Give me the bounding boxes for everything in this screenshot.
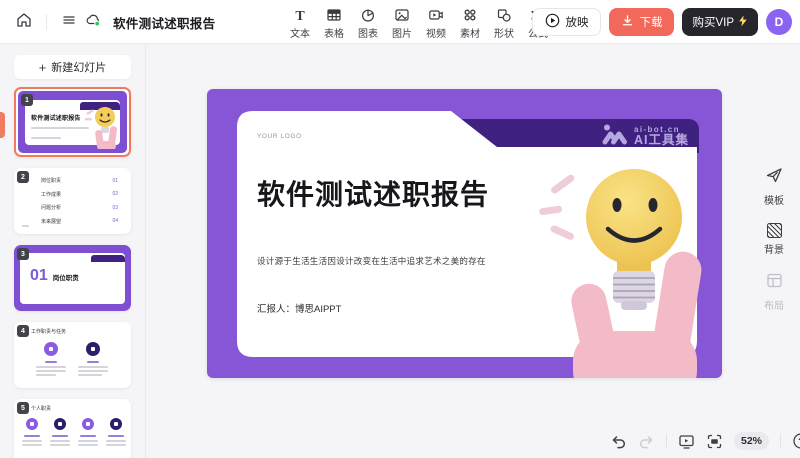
plus-icon: +	[39, 61, 47, 74]
divider	[780, 434, 781, 448]
cloud-icon	[84, 11, 102, 34]
tool-text[interactable]: T 文本	[283, 5, 317, 41]
slide-subtitle-textbox[interactable]: 设计源于生活生活因设计改变在生活中追求艺术之美的存在	[257, 255, 486, 267]
home-icon	[15, 11, 33, 34]
tool-table[interactable]: 表格	[317, 5, 351, 41]
new-slide-button[interactable]: + 新建幻灯片	[14, 55, 131, 79]
slide-logo-placeholder[interactable]: YOUR LOGO	[257, 133, 302, 140]
buy-vip-button[interactable]: 购买VIP	[682, 8, 758, 36]
user-avatar[interactable]: D	[766, 9, 792, 35]
panel-item-layout[interactable]: 布局	[764, 272, 784, 312]
mini-bulb-illustration	[84, 103, 118, 149]
svg-text:T: T	[295, 9, 305, 23]
menu-button[interactable]	[57, 10, 81, 34]
slide-thumbnail-3[interactable]: 01 岗位职责 3	[14, 245, 131, 311]
download-icon	[621, 14, 634, 30]
undo-button[interactable]	[610, 433, 627, 450]
slide-number-badge: 4	[17, 325, 29, 337]
tool-video[interactable]: 视频	[419, 5, 453, 41]
canvas-controls: 52% ?	[610, 430, 800, 452]
lightning-icon	[738, 15, 748, 30]
top-toolbar: 软件测试述职报告 T 文本 表格 图表 图片 视频	[0, 0, 800, 44]
table-icon	[326, 7, 342, 23]
slide-number-badge: 1	[21, 94, 33, 106]
slide-title-textbox[interactable]: 软件测试述职报告	[257, 173, 489, 213]
tool-shape[interactable]: 形状	[487, 5, 521, 41]
slide-panel: + 新建幻灯片 软件测试述职报告	[0, 44, 146, 458]
tool-image[interactable]: 图片	[385, 5, 419, 41]
text-icon: T	[292, 7, 308, 23]
app-window: 软件测试述职报告 T 文本 表格 图表 图片 视频	[0, 0, 800, 458]
divider	[666, 434, 667, 448]
document-title: 软件测试述职报告	[113, 13, 215, 32]
lightbulb-illustration[interactable]	[537, 145, 712, 378]
fit-screen-button[interactable]	[706, 433, 723, 450]
cloud-save-status[interactable]	[81, 10, 105, 34]
tool-chart[interactable]: 图表	[351, 5, 385, 41]
hamburger-icon	[61, 12, 77, 33]
background-icon	[767, 223, 782, 238]
redo-button[interactable]	[638, 433, 655, 450]
divider	[46, 14, 47, 30]
shape-icon	[496, 7, 512, 23]
slide-number-badge: 3	[17, 248, 29, 260]
slide-number-badge: 5	[17, 402, 29, 414]
home-button[interactable]	[12, 10, 36, 34]
download-button[interactable]: 下载	[609, 8, 674, 36]
slide-thumbnail-5[interactable]: 个人职责 5	[14, 399, 131, 458]
image-icon	[394, 7, 410, 23]
slide-thumbnail-2[interactable]: 岗位职责01 工作成果02 问题分析03 未来展望04 2	[14, 168, 131, 234]
panel-item-background[interactable]: 背景	[764, 223, 784, 256]
slide-thumbnail-1[interactable]: 软件测试述职报告 1	[14, 87, 131, 157]
play-circle-icon	[545, 13, 560, 31]
zoom-level-button[interactable]: 52%	[734, 432, 769, 450]
tool-material[interactable]: 素材	[453, 5, 487, 41]
slide-reporter-textbox[interactable]: 汇报人：博思AIPPT	[257, 301, 341, 315]
layout-icon	[766, 272, 783, 294]
panel-item-template[interactable]: 模板	[764, 166, 784, 207]
design-panel: 模板 背景 布局	[748, 44, 800, 458]
video-icon	[428, 7, 444, 23]
present-button[interactable]: 放映	[532, 8, 601, 36]
slide-canvas[interactable]: ai-bot.cn AI工具集 YOUR LOGO 软件测试述职报告 设计源于生…	[207, 89, 722, 378]
material-icon	[462, 7, 478, 23]
present-from-here-button[interactable]	[678, 433, 695, 450]
template-icon	[765, 166, 783, 189]
sidebar-collapse-handle[interactable]	[0, 112, 5, 138]
insert-tools: T 文本 表格 图表 图片 视频 素材	[283, 5, 555, 41]
pie-chart-icon	[360, 7, 376, 23]
slide-thumbnail-4[interactable]: 工作职责与任务 4	[14, 322, 131, 388]
help-button[interactable]: ?	[792, 432, 800, 450]
slide-number-badge: 2	[17, 171, 29, 183]
